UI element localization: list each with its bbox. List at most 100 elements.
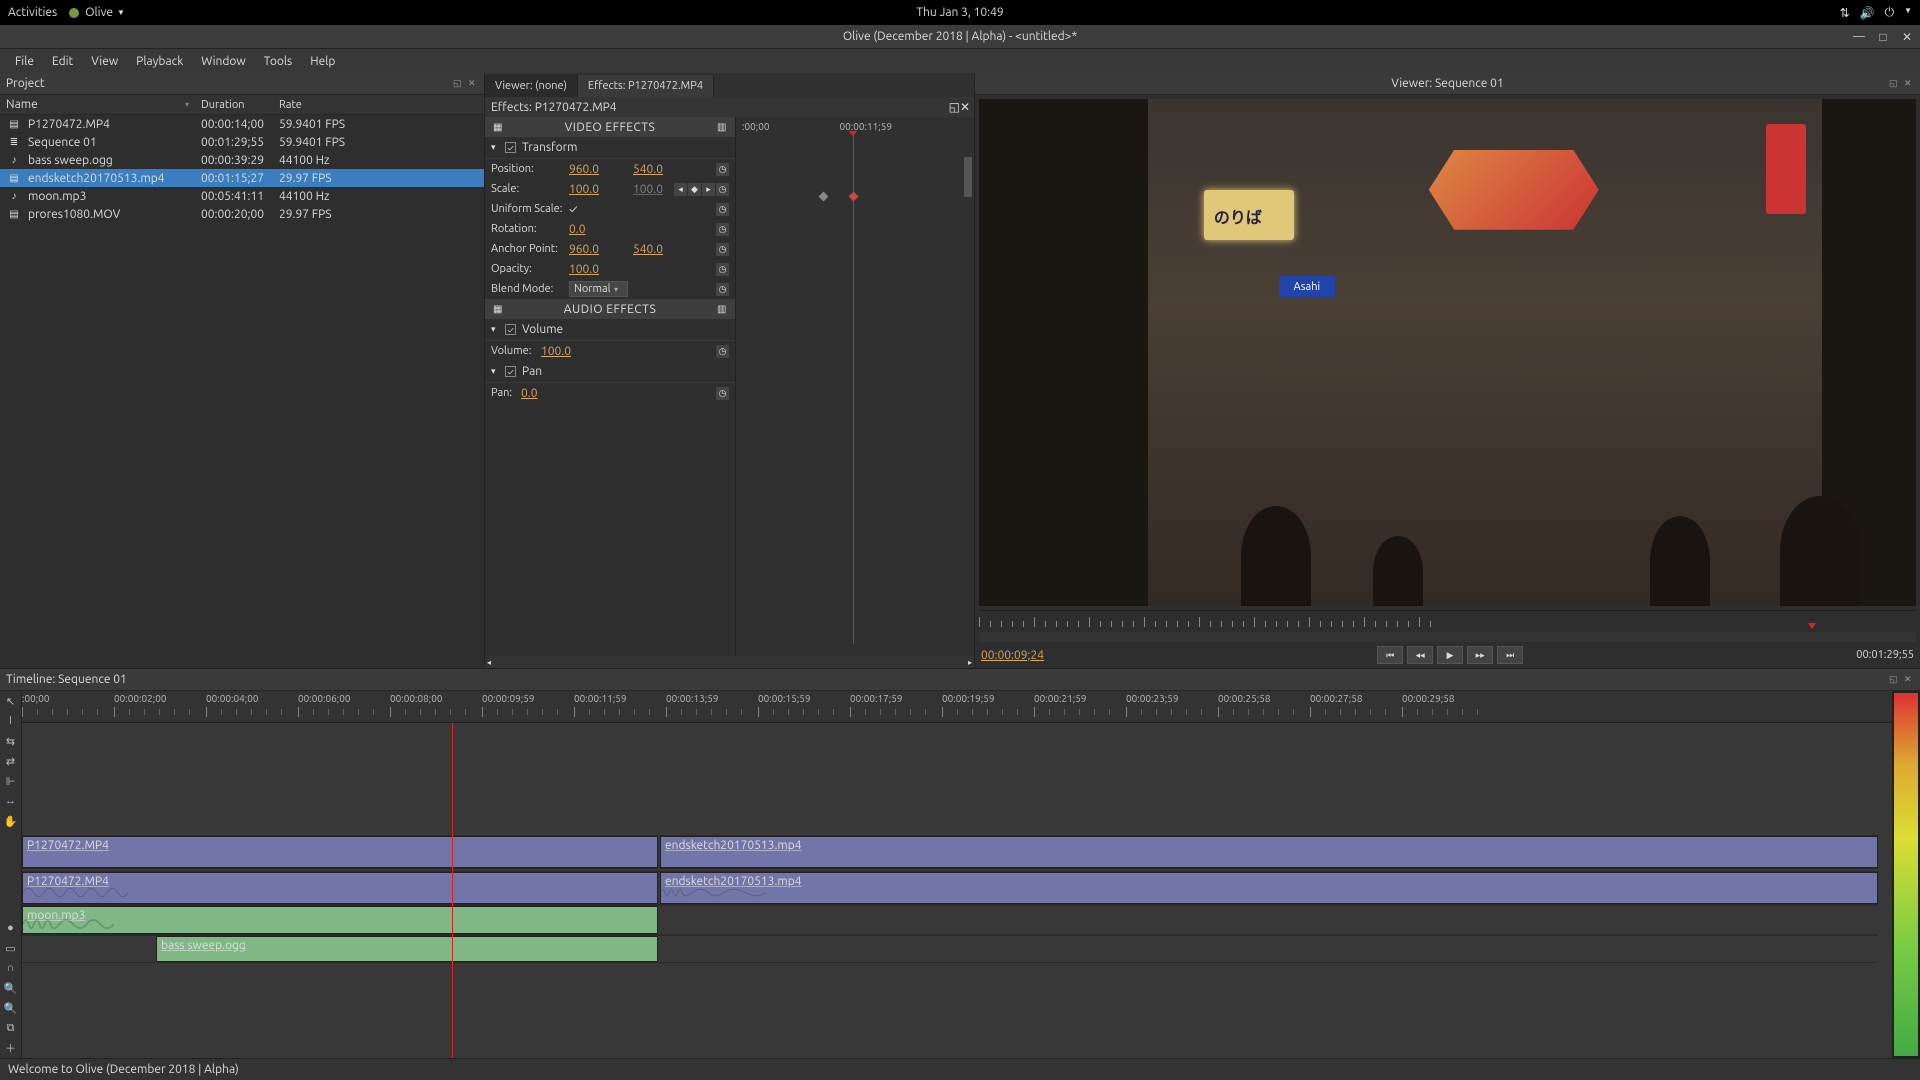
razor-tool[interactable]: ⊩ bbox=[0, 771, 21, 791]
transform-group[interactable]: ▾ ✓ Transform bbox=[485, 137, 735, 159]
menu-window[interactable]: Window bbox=[192, 51, 254, 72]
keyframe-diamond[interactable] bbox=[819, 192, 829, 202]
effect-menu-icon[interactable]: ▥ bbox=[713, 300, 731, 318]
panel-float-icon[interactable]: ◱ bbox=[1889, 78, 1901, 90]
maximize-button[interactable]: □ bbox=[1876, 30, 1890, 44]
clip-video[interactable]: endsketch20170513.mp4 bbox=[660, 836, 1878, 868]
next-keyframe-icon[interactable]: ▸ bbox=[702, 183, 715, 196]
prev-keyframe-icon[interactable]: ◂ bbox=[674, 183, 687, 196]
add-effect-icon[interactable]: ▦ bbox=[489, 118, 507, 136]
viewer-scrollbar[interactable] bbox=[979, 632, 1916, 642]
scale-x-value[interactable]: 100.0 bbox=[569, 183, 607, 196]
pointer-tool[interactable]: ↖ bbox=[0, 691, 21, 711]
zoom-in-icon[interactable]: 🔍 bbox=[0, 978, 21, 998]
volume-group[interactable]: ▾ ✓ Volume bbox=[485, 319, 735, 341]
effect-enabled-checkbox[interactable]: ✓ bbox=[505, 142, 516, 153]
keyframe-toggle-icon[interactable]: ◷ bbox=[716, 163, 729, 176]
network-icon[interactable]: ⇅ bbox=[1840, 6, 1850, 20]
keyframe-timeline[interactable]: :00;00 00:00:11;59 bbox=[735, 117, 974, 656]
project-item[interactable]: ▤prores1080.MOV00:00:20;0029.97 FPS bbox=[0, 205, 484, 223]
rotation-value[interactable]: 0.0 bbox=[569, 223, 607, 236]
keyframe-toggle-icon[interactable]: ◷ bbox=[716, 183, 729, 196]
scrollbar[interactable] bbox=[964, 157, 972, 197]
panel-float-icon[interactable]: ◱ bbox=[1889, 674, 1901, 686]
timeline-ruler[interactable]: :00;0000:00:02;0000:00:04;0000:00:06;000… bbox=[22, 691, 1892, 723]
pan-value[interactable]: 0.0 bbox=[521, 387, 559, 400]
anchor-x-value[interactable]: 960.0 bbox=[569, 243, 607, 256]
panel-close-icon[interactable]: ✕ bbox=[1904, 674, 1916, 686]
keyframe-toggle-icon[interactable]: ◷ bbox=[716, 283, 729, 296]
effect-enabled-checkbox[interactable]: ✓ bbox=[505, 324, 516, 335]
effect-enabled-checkbox[interactable]: ✓ bbox=[505, 366, 516, 377]
clip-audio[interactable]: bass sweep.ogg bbox=[156, 936, 658, 962]
col-rate[interactable]: Rate bbox=[273, 99, 308, 111]
minimize-button[interactable]: — bbox=[1852, 30, 1866, 44]
project-item[interactable]: ≣Sequence 0100:01:29;5559.9401 FPS bbox=[0, 133, 484, 151]
scroll-right-icon[interactable]: ▸ bbox=[968, 658, 972, 667]
effect-menu-icon[interactable]: ▥ bbox=[713, 118, 731, 136]
panel-close-icon[interactable]: ✕ bbox=[1904, 78, 1916, 90]
go-start-button[interactable]: ⏮ bbox=[1377, 646, 1403, 664]
close-button[interactable]: ✕ bbox=[1900, 30, 1914, 44]
step-back-button[interactable]: ◂◂ bbox=[1407, 646, 1433, 664]
edit-tool[interactable]: I bbox=[0, 711, 21, 731]
tab-effects[interactable]: Effects: P1270472.MP4 bbox=[578, 75, 714, 97]
hand-tool[interactable]: ✋ bbox=[0, 811, 21, 831]
add-track-icon[interactable]: ＋ bbox=[0, 1038, 21, 1058]
add-effect-icon[interactable]: ▦ bbox=[489, 300, 507, 318]
volume-value[interactable]: 100.0 bbox=[541, 345, 579, 358]
viewer-playhead-marker[interactable] bbox=[1808, 623, 1816, 633]
keyframe-toggle-icon[interactable]: ◷ bbox=[716, 203, 729, 216]
keyframe-playhead[interactable] bbox=[853, 135, 854, 644]
project-item[interactable]: ♪moon.mp300:05:41:1144100 Hz bbox=[0, 187, 484, 205]
scale-y-value[interactable]: 100.0 bbox=[633, 183, 671, 196]
position-y-value[interactable]: 540.0 bbox=[633, 163, 671, 176]
opacity-value[interactable]: 100.0 bbox=[569, 263, 607, 276]
video-track-1[interactable]: P1270472.MP4 endsketch20170513.mp4 bbox=[22, 835, 1878, 869]
track-video-icon[interactable]: ▭ bbox=[0, 938, 21, 958]
step-forward-button[interactable]: ▸▸ bbox=[1467, 646, 1493, 664]
panel-float-icon[interactable]: ◱ bbox=[453, 78, 465, 90]
anchor-y-value[interactable]: 540.0 bbox=[633, 243, 671, 256]
menu-edit[interactable]: Edit bbox=[43, 51, 82, 72]
disclosure-icon[interactable]: ▾ bbox=[491, 366, 499, 377]
disclosure-icon[interactable]: ▾ bbox=[491, 324, 499, 335]
clip-audio[interactable]: endsketch20170513.mp4 bbox=[660, 872, 1878, 904]
menu-view[interactable]: View bbox=[82, 51, 127, 72]
keyframe-diamond[interactable] bbox=[849, 192, 859, 202]
menu-tools[interactable]: Tools bbox=[255, 51, 302, 72]
keyframe-toggle-icon[interactable]: ◷ bbox=[716, 345, 729, 358]
disclosure-icon[interactable]: ▾ bbox=[491, 142, 499, 153]
zoom-out-icon[interactable]: 🔍 bbox=[0, 998, 21, 1018]
keyframe-toggle-icon[interactable]: ◷ bbox=[716, 243, 729, 256]
add-keyframe-icon[interactable]: ◆ bbox=[688, 183, 701, 196]
panel-close-icon[interactable]: ✕ bbox=[960, 101, 970, 114]
record-button[interactable]: ● bbox=[0, 918, 21, 938]
viewer-ruler[interactable] bbox=[979, 610, 1916, 632]
viewer-canvas[interactable]: Asahi bbox=[979, 99, 1916, 606]
uniform-scale-checkbox[interactable]: ✓ bbox=[569, 203, 577, 216]
blend-mode-select[interactable]: Normal bbox=[569, 281, 628, 297]
snap-icon[interactable]: ⧉ bbox=[0, 1018, 21, 1038]
pan-group[interactable]: ▾ ✓ Pan bbox=[485, 361, 735, 383]
ripple-tool[interactable]: ⇆ bbox=[0, 731, 21, 751]
power-icon[interactable]: ⏻ bbox=[1885, 6, 1895, 20]
project-item[interactable]: ▤endsketch20170513.mp400:01:15;2729.97 F… bbox=[0, 169, 484, 187]
menu-playback[interactable]: Playback bbox=[127, 51, 192, 72]
timeline-tracks[interactable]: P1270472.MP4 endsketch20170513.mp4 P1270… bbox=[22, 723, 1892, 1058]
viewer-timecode[interactable]: 00:00:09;24 bbox=[981, 649, 1044, 662]
keyframe-toggle-icon[interactable]: ◷ bbox=[716, 387, 729, 400]
tab-viewer-none[interactable]: Viewer: (none) bbox=[485, 75, 578, 97]
audio-track-2[interactable]: moon.mp3 bbox=[22, 905, 1878, 935]
play-button[interactable]: ▶ bbox=[1437, 646, 1463, 664]
timeline-playhead[interactable] bbox=[452, 723, 453, 1058]
track-audio-icon[interactable]: ∩ bbox=[0, 958, 21, 978]
col-name[interactable]: Name▾ bbox=[0, 98, 195, 111]
volume-icon[interactable]: 🔊 bbox=[1860, 6, 1875, 20]
go-end-button[interactable]: ⏭ bbox=[1497, 646, 1523, 664]
clip-video[interactable]: P1270472.MP4 bbox=[22, 836, 658, 868]
keyframe-toggle-icon[interactable]: ◷ bbox=[716, 223, 729, 236]
activities-button[interactable]: Activities bbox=[8, 6, 57, 19]
menu-file[interactable]: File bbox=[6, 51, 43, 72]
rolling-tool[interactable]: ⇄ bbox=[0, 751, 21, 771]
